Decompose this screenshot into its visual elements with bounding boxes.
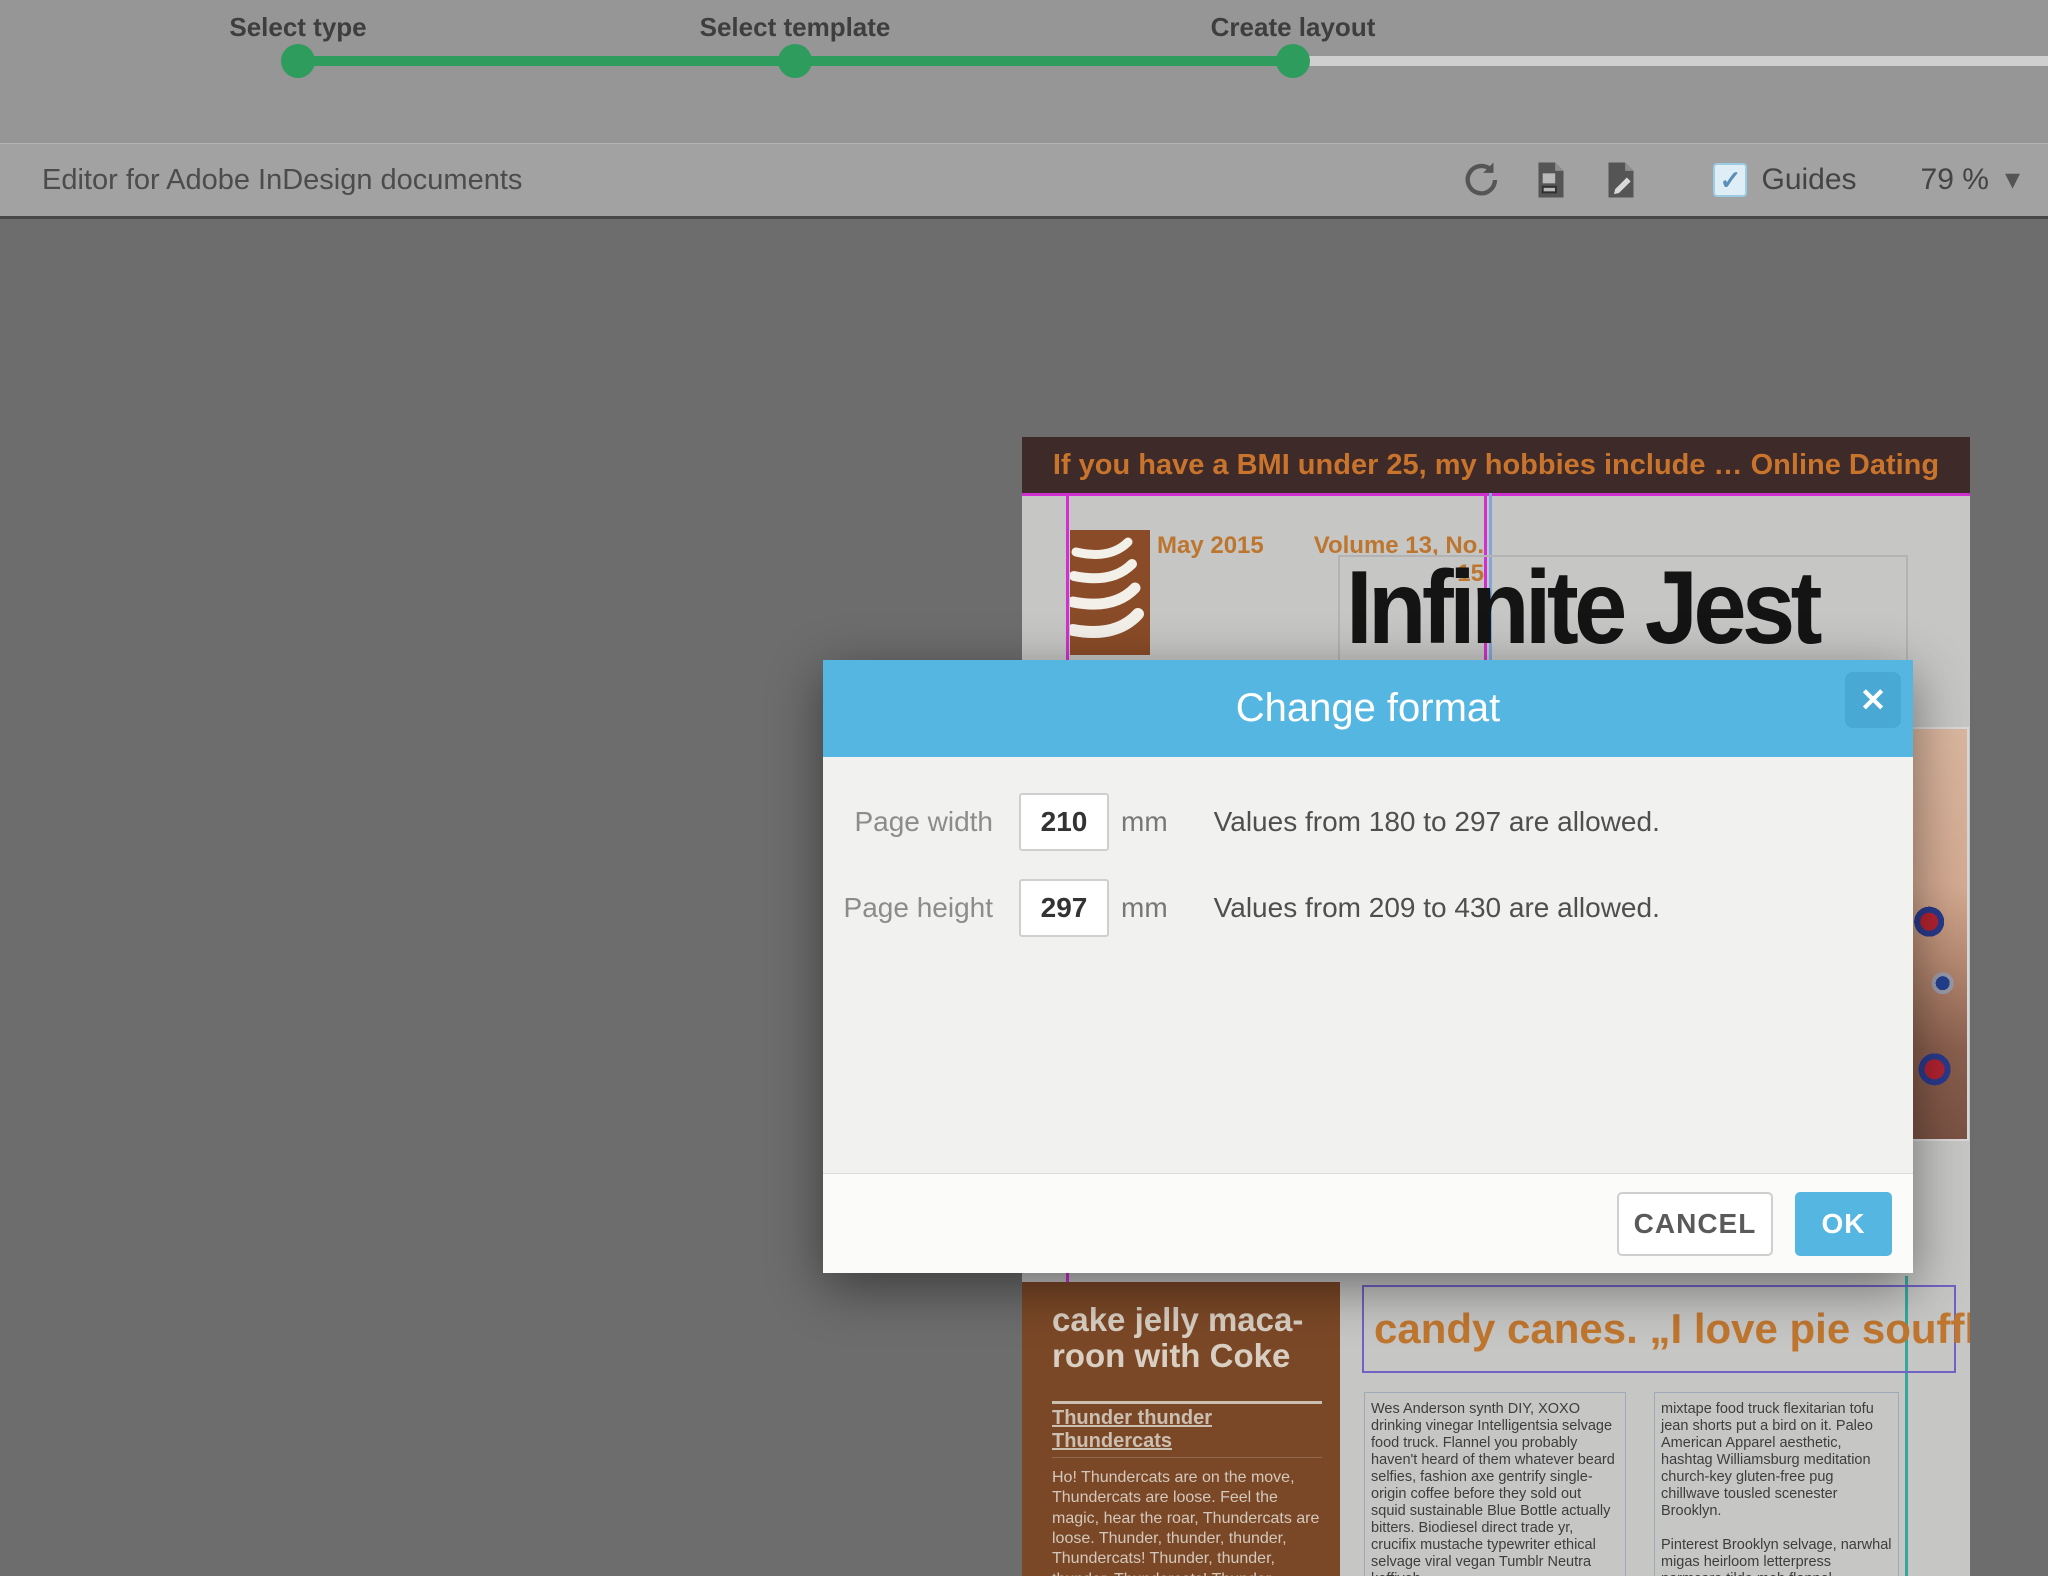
page-width-label: Page width (823, 806, 993, 838)
right-headline: candy canes. „I love pie soufflé.“ (1364, 1305, 1970, 1353)
toolbar-actions: ✓ Guides 79 % ▾ (1433, 158, 2020, 202)
editor-toolbar: Editor for Adobe InDesign documents ✓ Gu… (0, 143, 2048, 219)
document-banner: If you have a BMI under 25, my hobbies i… (1022, 437, 1970, 493)
dialog-body: Page width mm Values from 180 to 297 are… (823, 757, 1913, 1173)
page-width-hint: Values from 180 to 297 are allowed. (1214, 806, 1660, 838)
issue-date: May 2015 (1157, 532, 1264, 560)
column2-paragraph1: mixtape food truck flexitarian tofu jean… (1661, 1401, 1892, 1520)
dialog-header: Change format ✕ (823, 660, 1913, 757)
column1-paragraph1: Wes Anderson synth DIY, XOXO drinking vi… (1371, 1401, 1619, 1576)
guides-toggle[interactable]: ✓ Guides (1713, 163, 1856, 197)
step-label-select-template: Select template (700, 12, 891, 43)
refresh-icon[interactable] (1459, 158, 1503, 202)
editor-title: Editor for Adobe InDesign documents (42, 164, 522, 197)
step-dot-create-layout[interactable] (1276, 44, 1310, 78)
wizard-stepper: Select type Select template Create layou… (0, 0, 2048, 143)
page-height-row: Page height mm Values from 209 to 430 ar… (823, 879, 1913, 937)
app-screen: Select type Select template Create layou… (0, 0, 2048, 1576)
body-text-columns: Wes Anderson synth DIY, XOXO drinking vi… (1364, 1392, 1899, 1576)
editor-canvas: If you have a BMI under 25, my hobbies i… (0, 222, 2048, 1576)
change-format-dialog: Change format ✕ Page width mm Values fro… (823, 660, 1913, 1273)
page-width-input[interactable] (1019, 793, 1109, 851)
step-dot-select-type[interactable] (281, 44, 315, 78)
step-label-create-layout: Create layout (1211, 12, 1376, 43)
dialog-footer: CANCEL OK (823, 1173, 1913, 1273)
zoom-select[interactable]: 79 % ▾ (1921, 163, 2020, 197)
ok-button[interactable]: OK (1795, 1192, 1892, 1256)
page-width-unit: mm (1121, 806, 1168, 838)
edit-document-icon[interactable] (1599, 158, 1643, 202)
left-article-headline: cake jelly maca-roon with Coke (1052, 1302, 1342, 1375)
page-height-input[interactable] (1019, 879, 1109, 937)
banner-headline: If you have a BMI under 25, my hobbies i… (1022, 449, 1970, 482)
text-column-2[interactable]: mixtape food truck flexitarian tofu jean… (1654, 1392, 1899, 1576)
stepper-track-remaining (1293, 56, 2048, 66)
page-height-label: Page height (823, 892, 993, 924)
page-height-unit: mm (1121, 892, 1168, 924)
horizontal-guide (1022, 493, 1970, 496)
chevron-down-icon: ▾ (2005, 165, 2020, 195)
cancel-button[interactable]: CANCEL (1617, 1192, 1773, 1256)
dialog-title: Change format (1236, 686, 1501, 731)
column2-paragraph2: Pinterest Brooklyn selvage, narwhal miga… (1661, 1537, 1892, 1576)
close-icon[interactable]: ✕ (1845, 672, 1901, 728)
step-dot-select-template[interactable] (778, 44, 812, 78)
step-label-select-type: Select type (229, 12, 366, 43)
page-width-row: Page width mm Values from 180 to 297 are… (823, 793, 1913, 851)
export-pdf-icon[interactable] (1529, 158, 1573, 202)
left-article-body: Ho! Thundercats are on the move, Thunder… (1052, 1468, 1322, 1576)
check-icon: ✓ (1720, 165, 1742, 196)
guides-label: Guides (1761, 163, 1856, 197)
text-column-1[interactable]: Wes Anderson synth DIY, XOXO drinking vi… (1364, 1392, 1626, 1576)
guides-checkbox[interactable]: ✓ (1713, 163, 1747, 197)
zoom-value: 79 % (1921, 163, 1989, 197)
masthead-title: Infinite Jest (1346, 549, 1818, 668)
left-article-subhead: Thunder thunder Thundercats (1052, 1401, 1322, 1458)
left-article-box[interactable]: cake jelly maca-roon with Coke Thunder t… (1022, 1282, 1340, 1576)
earring-photo[interactable] (1911, 727, 1969, 1141)
right-headline-frame[interactable]: candy canes. „I love pie soufflé.“ (1362, 1285, 1956, 1373)
newsletter-logo (1070, 530, 1150, 655)
page-height-hint: Values from 209 to 430 are allowed. (1214, 892, 1660, 924)
